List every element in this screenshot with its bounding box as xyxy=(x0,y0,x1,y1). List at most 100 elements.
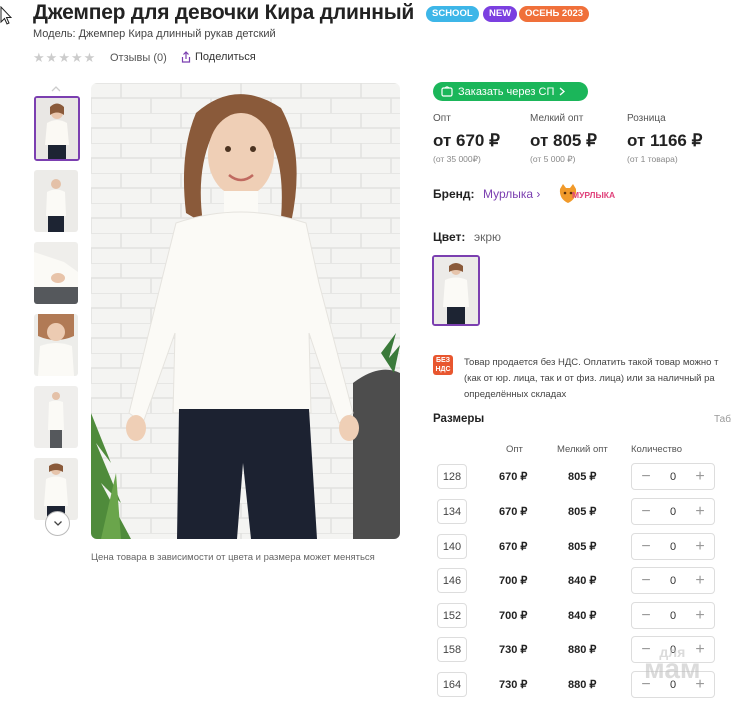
quantity-stepper[interactable]: − 0 + xyxy=(631,567,715,594)
quantity-value[interactable]: 0 xyxy=(670,506,676,518)
price-small-opt-cell: 840 ₽ xyxy=(568,575,597,587)
price-sub-opt: (от 35 000₽) xyxy=(433,154,481,164)
minus-icon[interactable]: − xyxy=(640,607,652,624)
order-sp-label: Заказать через СП xyxy=(458,85,555,98)
quantity-value[interactable]: 0 xyxy=(670,471,676,483)
star-icon: ★ xyxy=(58,50,70,65)
price-label-small-opt: Мелкий опт xyxy=(530,113,584,124)
chevron-right-icon: › xyxy=(536,187,541,201)
product-title: Джемпер для девочки Кира длинный xyxy=(33,1,415,24)
watermark-logo: для мам xyxy=(644,645,701,683)
brand-name: Мурлыка xyxy=(483,187,534,201)
price-opt: от 670 ₽ xyxy=(433,131,500,150)
quantity-stepper[interactable]: − 0 + xyxy=(631,602,715,629)
order-sp-button[interactable]: Заказать через СП xyxy=(433,82,588,101)
vat-note-line: Товар продается без НДС. Оплатить такой … xyxy=(464,357,719,368)
thumbnail-3[interactable] xyxy=(34,242,78,304)
thumbnail-5[interactable] xyxy=(34,386,78,448)
thumbnail-4[interactable] xyxy=(34,314,78,376)
share-label: Поделиться xyxy=(195,51,256,63)
col-header-small-opt: Мелкий опт xyxy=(557,444,608,455)
price-small-opt: от 805 ₽ xyxy=(530,131,597,150)
rating-stars: ★ ★ ★ ★ ★ xyxy=(33,51,95,65)
main-product-image[interactable] xyxy=(91,83,400,539)
cart-icon xyxy=(441,86,453,97)
price-opt-cell: 670 ₽ xyxy=(499,471,528,483)
no-vat-icon: БЕЗ НДС xyxy=(433,355,453,375)
thumbnail-1[interactable] xyxy=(34,96,80,161)
price-caption: Цена товара в зависимости от цвета и раз… xyxy=(91,552,375,563)
badge-school: SCHOOL xyxy=(426,6,479,22)
size-label: 140 xyxy=(437,534,467,559)
brand-label: Бренд: xyxy=(433,187,475,201)
plus-icon[interactable]: + xyxy=(694,468,706,485)
vat-note: Товар продается без НДС. Оплатить такой … xyxy=(464,355,731,403)
mouse-cursor-icon xyxy=(0,6,12,25)
price-small-opt-cell: 805 ₽ xyxy=(568,541,597,553)
price-label-opt: Опт xyxy=(433,113,451,124)
size-label: 152 xyxy=(437,603,467,628)
size-label: 146 xyxy=(437,568,467,593)
price-opt-cell: 730 ₽ xyxy=(499,644,528,656)
star-icon: ★ xyxy=(83,50,96,65)
quantity-stepper[interactable]: − 0 + xyxy=(631,498,715,525)
plus-icon[interactable]: + xyxy=(694,572,706,589)
price-opt-cell: 730 ₽ xyxy=(499,679,528,691)
price-opt-cell: 700 ₽ xyxy=(499,575,528,587)
size-label: 134 xyxy=(437,499,467,524)
quantity-stepper[interactable]: − 0 + xyxy=(631,533,715,560)
quantity-value[interactable]: 0 xyxy=(670,541,676,553)
share-button[interactable]: Поделиться xyxy=(181,51,256,63)
brand-link[interactable]: Мурлыка › xyxy=(483,187,540,201)
watermark-bottom: мам xyxy=(644,653,701,684)
brand-logo[interactable]: МУРЛЫКА xyxy=(557,183,617,207)
vat-note-line: (как от юр. лица, так и от физ. лица) ил… xyxy=(464,373,715,384)
share-icon xyxy=(181,51,191,63)
vat-note-line: определённых складах xyxy=(464,389,567,400)
badge-new: NEW xyxy=(483,6,518,22)
star-icon: ★ xyxy=(33,50,45,65)
thumbnails-down-button[interactable] xyxy=(45,511,70,536)
price-label-retail: Розница xyxy=(627,113,666,124)
quantity-value[interactable]: 0 xyxy=(670,610,676,622)
model-label: Модель: Джемпер Кира длинный рукав детск… xyxy=(33,28,276,40)
minus-icon[interactable]: − xyxy=(640,503,652,520)
thumbnail-2[interactable] xyxy=(34,170,78,232)
color-value: экрю xyxy=(474,230,502,244)
brand-logo-text: МУРЛЫКА xyxy=(572,190,615,200)
chevron-right-icon xyxy=(559,87,566,96)
price-sub-retail: (от 1 товара) xyxy=(627,154,678,164)
plus-icon[interactable]: + xyxy=(694,538,706,555)
price-small-opt-cell: 880 ₽ xyxy=(568,644,597,656)
plus-icon[interactable]: + xyxy=(694,503,706,520)
col-header-opt: Опт xyxy=(506,444,523,455)
price-retail: от 1166 ₽ xyxy=(627,131,703,150)
plus-icon[interactable]: + xyxy=(694,607,706,624)
minus-icon[interactable]: − xyxy=(640,538,652,555)
size-label: 164 xyxy=(437,672,467,697)
size-label: 158 xyxy=(437,637,467,662)
size-label: 128 xyxy=(437,464,467,489)
price-small-opt-cell: 880 ₽ xyxy=(568,679,597,691)
size-table-link[interactable]: Таблица xyxy=(714,414,731,425)
star-icon: ★ xyxy=(70,50,83,65)
color-label: Цвет: xyxy=(433,230,466,244)
price-opt-cell: 700 ₽ xyxy=(499,610,528,622)
chevron-down-icon xyxy=(53,521,62,526)
color-swatch-ecru[interactable] xyxy=(432,255,480,326)
price-small-opt-cell: 805 ₽ xyxy=(568,506,597,518)
chevron-up-icon[interactable] xyxy=(49,84,63,94)
minus-icon[interactable]: − xyxy=(640,468,652,485)
price-small-opt-cell: 805 ₽ xyxy=(568,471,597,483)
price-small-opt-cell: 840 ₽ xyxy=(568,610,597,622)
badge-season: ОСЕНЬ 2023 xyxy=(519,6,590,22)
col-header-qty: Количество xyxy=(631,444,683,455)
reviews-link[interactable]: Отзывы (0) xyxy=(110,52,167,64)
price-opt-cell: 670 ₽ xyxy=(499,506,528,518)
minus-icon[interactable]: − xyxy=(640,572,652,589)
star-icon: ★ xyxy=(45,50,58,65)
quantity-stepper[interactable]: − 0 + xyxy=(631,463,715,490)
sizes-title: Размеры xyxy=(433,413,485,425)
quantity-value[interactable]: 0 xyxy=(670,575,676,587)
price-opt-cell: 670 ₽ xyxy=(499,541,528,553)
